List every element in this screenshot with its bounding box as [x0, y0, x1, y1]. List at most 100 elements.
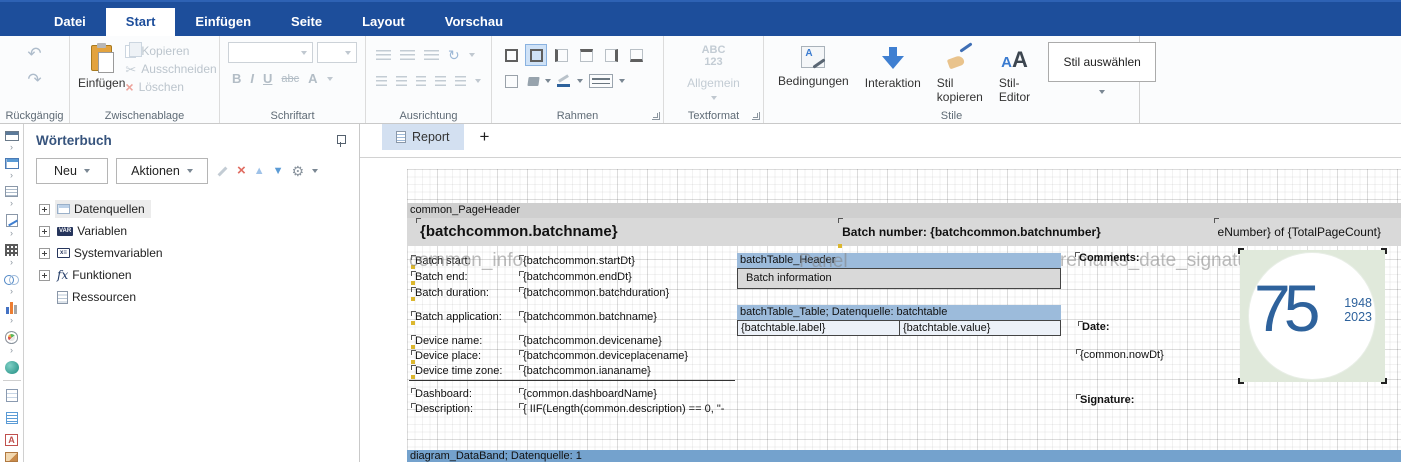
expand-chevron-icon[interactable]: › [10, 315, 13, 325]
copy-button[interactable]: Kopieren [125, 44, 216, 58]
signature-label[interactable]: Signature: [1080, 394, 1134, 406]
rotate-text-icon[interactable]: ↻ [448, 48, 460, 62]
chevron-down-icon[interactable] [545, 79, 551, 83]
fill-color-icon[interactable] [527, 77, 539, 86]
menu-tab-start[interactable]: Start [106, 8, 176, 36]
report-tab[interactable]: Report [382, 124, 464, 150]
expand-chevron-icon[interactable]: › [10, 170, 13, 180]
border-outside-button[interactable] [525, 44, 547, 66]
pin-icon[interactable] [336, 135, 345, 147]
bold-button[interactable]: B [232, 71, 241, 86]
strikeout-button[interactable]: abc [281, 73, 299, 85]
add-page-button[interactable]: + [480, 124, 490, 150]
conditions-button[interactable]: Bedingungen [772, 42, 855, 88]
table-icon[interactable] [5, 158, 19, 168]
general-format-select[interactable]: Allgemein [672, 76, 755, 104]
border-right-button[interactable] [600, 44, 622, 66]
expand-chevron-icon[interactable]: › [10, 257, 13, 267]
italic-button[interactable]: I [250, 71, 254, 86]
page-icon[interactable] [6, 389, 18, 402]
chevron-down-icon[interactable] [469, 53, 475, 57]
border-bottom-button[interactable] [625, 44, 647, 66]
edit-icon[interactable] [216, 165, 229, 178]
barcode-icon[interactable] [5, 244, 18, 256]
borders-dialog-launcher-icon[interactable] [652, 112, 660, 120]
text-format-icon[interactable]: ABC 123 [672, 44, 755, 68]
border-style-icon[interactable] [589, 74, 613, 88]
interaction-button[interactable]: Interaktion [859, 42, 927, 90]
anniversary-logo[interactable]: 75 1948 2023 [1240, 250, 1385, 382]
batch-information-cell[interactable]: Batch information [737, 268, 1061, 289]
border-all-button[interactable] [500, 44, 522, 66]
font-size-select[interactable] [317, 42, 357, 63]
redo-icon[interactable]: ↷ [27, 72, 41, 88]
gear-icon[interactable]: ⚙ [292, 164, 305, 178]
border-left-button[interactable] [550, 44, 572, 66]
copy-style-button[interactable]: Stil kopieren [931, 42, 989, 104]
gauge-icon[interactable] [5, 331, 18, 343]
menu-tab-einfuegen[interactable]: Einfügen [175, 8, 271, 36]
shapes-icon[interactable] [4, 273, 19, 285]
font-family-select[interactable] [228, 42, 313, 63]
textformat-dialog-launcher-icon[interactable] [752, 112, 760, 120]
expand-plus-icon[interactable] [39, 248, 50, 259]
chevron-down-icon[interactable] [577, 79, 583, 83]
underline-button[interactable]: U [263, 71, 272, 86]
menu-tab-datei[interactable]: Datei [34, 8, 106, 36]
expand-plus-icon[interactable] [39, 226, 50, 237]
expand-chevron-icon[interactable]: › [10, 345, 13, 355]
expand-chevron-icon[interactable]: › [10, 198, 13, 208]
text-block-icon[interactable] [6, 412, 18, 424]
tree-item-resources[interactable]: Ressourcen [24, 286, 359, 308]
align-middle-icon[interactable] [400, 50, 415, 60]
border-color-icon[interactable] [557, 75, 571, 87]
menu-tab-vorschau[interactable]: Vorschau [425, 8, 523, 36]
pagecount-field[interactable]: eNumber} of {TotalPageCount} [1206, 218, 1385, 246]
map-icon[interactable] [5, 361, 19, 374]
tree-item-variables[interactable]: VAR Variablen [24, 220, 359, 242]
chevron-down-icon[interactable] [619, 79, 625, 83]
expand-plus-icon[interactable] [39, 270, 50, 281]
info-panel[interactable]: common_info Batch start:{batchcommon.sta… [409, 253, 739, 425]
batchtable-value-cell[interactable]: {batchtable.value} [899, 320, 1061, 336]
batchnumber-field[interactable]: Batch number: {batchcommon.batchnumber} [743, 218, 1200, 246]
border-top-button[interactable] [575, 44, 597, 66]
batchname-field[interactable]: {batchcommon.batchname} [409, 218, 737, 246]
align-left-icon[interactable] [376, 76, 387, 86]
expand-plus-icon[interactable] [39, 204, 50, 215]
remarks-panel[interactable]: remarks_date_signature Comments: Date: {… [1065, 250, 1391, 462]
tree-item-functions[interactable]: fx Funktionen [24, 264, 359, 286]
date-label[interactable]: Date: [1082, 321, 1110, 333]
page-header-band-strip[interactable]: common_PageHeader [407, 203, 1401, 218]
image-icon[interactable] [5, 452, 18, 462]
band-icon[interactable] [5, 131, 19, 141]
chevron-down-icon[interactable] [1099, 90, 1105, 94]
new-button[interactable]: Neu [36, 158, 108, 184]
menu-tab-layout[interactable]: Layout [342, 8, 425, 36]
text-icon[interactable] [5, 186, 18, 197]
cut-button[interactable]: ✂ Ausschneiden [125, 62, 216, 76]
font-color-button[interactable]: A [308, 71, 317, 86]
align-justify-icon[interactable] [435, 76, 446, 86]
delete-icon[interactable]: × [237, 164, 246, 178]
expand-chevron-icon[interactable]: › [10, 142, 13, 152]
page-header-band[interactable]: {batchcommon.batchname} Batch number: {b… [407, 218, 1401, 246]
align-right-icon[interactable] [416, 76, 427, 86]
delete-button[interactable]: × Löschen [125, 80, 216, 94]
richtext-icon[interactable]: A [5, 434, 18, 446]
tree-item-systemvariables[interactable]: x≡ Systemvariablen [24, 242, 359, 264]
undo-icon[interactable]: ↶ [27, 46, 41, 62]
expand-chevron-icon[interactable]: › [10, 228, 13, 238]
move-down-icon[interactable]: ▼ [273, 164, 284, 178]
chevron-down-icon[interactable] [312, 169, 318, 173]
move-up-icon[interactable]: ▲ [254, 164, 265, 178]
signature-icon[interactable] [6, 214, 18, 226]
align-top-icon[interactable] [376, 50, 391, 60]
style-editor-button[interactable]: AA Stil-Editor [993, 42, 1036, 104]
paste-button[interactable]: Einfügen [78, 42, 125, 94]
select-style-button[interactable]: Stil auswählen [1048, 42, 1156, 82]
tree-item-datasources[interactable]: Datenquellen [24, 198, 359, 220]
diagram-data-band[interactable]: diagram_DataBand; Datenquelle: 1 [407, 450, 1401, 462]
expand-chevron-icon[interactable]: › [10, 286, 13, 296]
batchtable-header-band[interactable]: batchTable_Header [737, 253, 1061, 268]
